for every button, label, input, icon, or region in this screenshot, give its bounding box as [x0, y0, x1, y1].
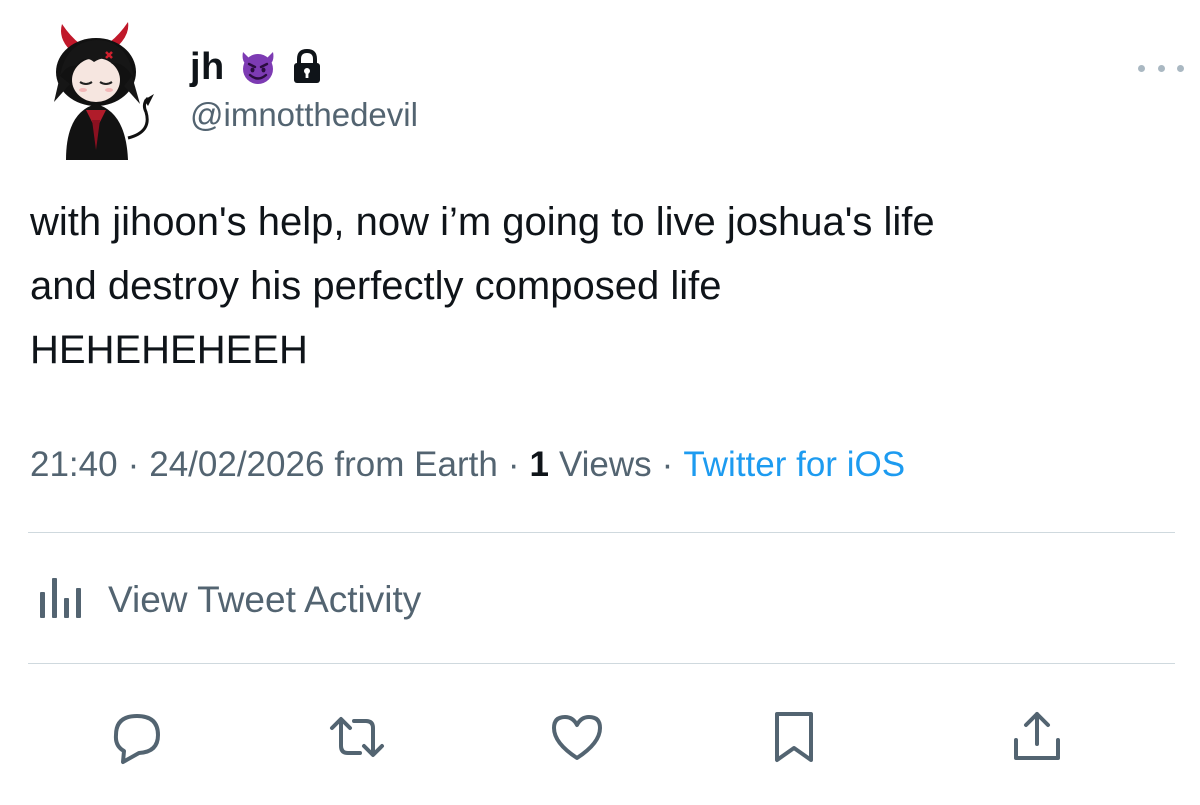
- views-label: Views: [558, 445, 652, 484]
- retweet-icon: [330, 717, 384, 757]
- bookmark-icon: [775, 712, 813, 762]
- bar-chart-icon: [38, 576, 84, 625]
- tweet-location: from Earth: [334, 445, 498, 484]
- view-tweet-activity-button[interactable]: View Tweet Activity: [38, 575, 421, 625]
- like-button[interactable]: [545, 705, 609, 769]
- share-icon: [1014, 712, 1060, 760]
- tweet-time[interactable]: 21:40: [30, 445, 118, 485]
- tweet-date[interactable]: 24/02/2026: [149, 445, 324, 485]
- views-count: 1: [529, 445, 549, 484]
- avatar[interactable]: [36, 20, 160, 160]
- separator: ·: [127, 445, 140, 484]
- reply-button[interactable]: [105, 705, 169, 769]
- divider: [28, 663, 1175, 664]
- separator: ·: [507, 445, 520, 484]
- tweet-text-line: HEHEHEHEEH: [30, 328, 308, 372]
- retweet-button[interactable]: [325, 705, 389, 769]
- more-options-icon[interactable]: [1138, 58, 1184, 78]
- bookmark-button[interactable]: [762, 705, 826, 769]
- reply-icon: [113, 714, 160, 764]
- tweet-metadata: 21:40 · 24/02/2026 from Earth · 1 Views …: [30, 440, 905, 490]
- divider: [28, 532, 1175, 533]
- separator: ·: [661, 445, 674, 484]
- tweet-source-link[interactable]: Twitter for iOS: [683, 445, 905, 485]
- view-tweet-activity-label: View Tweet Activity: [108, 579, 422, 620]
- tweet-action-bar: [0, 705, 1200, 775]
- lock-icon: [291, 48, 323, 86]
- smiling-devil-emoji-icon: [237, 48, 279, 86]
- tweet-text-line: with jihoon's help, now i’m going to liv…: [30, 200, 935, 244]
- tweet-text-line: and destroy his perfectly composed life: [30, 264, 722, 308]
- display-name[interactable]: jh: [190, 46, 225, 89]
- like-icon: [552, 715, 602, 760]
- tweet-text: with jihoon's help, now i’m going to liv…: [30, 190, 1160, 382]
- share-button[interactable]: [1005, 705, 1069, 769]
- user-handle[interactable]: @imnotthedevil: [190, 96, 418, 134]
